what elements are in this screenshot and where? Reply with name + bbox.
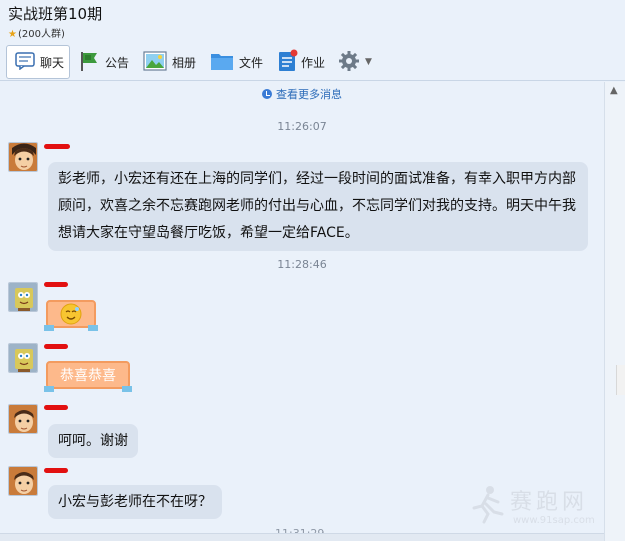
anime-boy-avatar[interactable]	[8, 466, 38, 496]
ribbon-decoration	[88, 325, 98, 331]
group-member-count: ★(200人群)	[8, 25, 65, 40]
group-title: 实战班第10期	[8, 5, 103, 23]
message-bubble: 小宏与彭老师在不在呀？	[48, 485, 222, 519]
anime-boy-avatar[interactable]	[8, 142, 38, 172]
tab-album[interactable]: 相册	[143, 45, 196, 79]
tab-chat-label: 聊天	[40, 55, 65, 70]
message-list: 查看更多消息 11:26:07 彭老师，小宏还有还在上海的同学们，经过一段时间的…	[0, 82, 604, 541]
tab-chat[interactable]: 聊天	[6, 45, 70, 79]
sender-name-redacted	[44, 282, 68, 287]
clock-icon	[262, 89, 272, 99]
tab-homework[interactable]: 作业	[277, 45, 325, 79]
folder-icon	[210, 51, 234, 74]
congrats-sticker[interactable]: 恭喜恭喜	[44, 361, 132, 392]
sender-name-redacted	[44, 344, 68, 349]
message-bubble: 彭老师，小宏还有还在上海的同学们，经过一段时间的面试准备，有幸入职甲方内部顾问，…	[48, 162, 588, 251]
vertical-scrollbar[interactable]: ▲	[604, 82, 625, 541]
star-icon: ★	[8, 29, 17, 40]
side-panel-edge	[616, 365, 625, 395]
cartoon-sponge-avatar[interactable]	[8, 282, 38, 312]
sender-name-redacted	[44, 468, 68, 473]
tab-homework-label: 作业	[301, 55, 326, 70]
ribbon-decoration	[44, 386, 54, 392]
tab-files-label: 文件	[239, 55, 264, 70]
message-bubble: 呵呵。谢谢	[48, 424, 138, 458]
tab-album-label: 相册	[172, 55, 197, 70]
anime-boy-avatar[interactable]	[8, 404, 38, 434]
view-more-messages-link[interactable]: 查看更多消息	[0, 86, 604, 102]
tab-announcement[interactable]: 公告	[78, 45, 129, 79]
chat-header: 实战班第10期 ★(200人群)	[0, 0, 625, 42]
tab-announcement-label: 公告	[105, 55, 130, 70]
settings-menu-button[interactable]: ▼	[338, 45, 372, 79]
chat-bubble-icon	[15, 51, 35, 73]
tab-files[interactable]: 文件	[210, 45, 263, 79]
announcement-flag-icon	[78, 50, 100, 75]
message-timestamp: 11:26:07	[277, 120, 327, 133]
group-toolbar: 聊天 公告 相册 文件 作业 ▼	[0, 43, 625, 81]
member-count-label: (200人群)	[17, 29, 65, 40]
homework-icon	[277, 49, 299, 76]
sticker-text: 恭喜恭喜	[60, 368, 116, 384]
ribbon-decoration	[44, 325, 54, 331]
message-timestamp: 11:28:46	[277, 258, 327, 271]
scroll-up-arrow-icon[interactable]: ▲	[610, 85, 618, 96]
sender-name-redacted	[44, 144, 70, 149]
sender-name-redacted	[44, 405, 68, 410]
ribbon-decoration	[122, 386, 132, 392]
photo-album-icon	[143, 50, 167, 74]
chevron-down-icon: ▼	[365, 57, 372, 67]
cartoon-sponge-avatar[interactable]	[8, 343, 38, 373]
emoji-face-sticker[interactable]	[44, 300, 98, 331]
input-area-edge	[0, 533, 604, 541]
gear-icon	[338, 50, 360, 75]
view-more-label: 查看更多消息	[276, 88, 342, 101]
